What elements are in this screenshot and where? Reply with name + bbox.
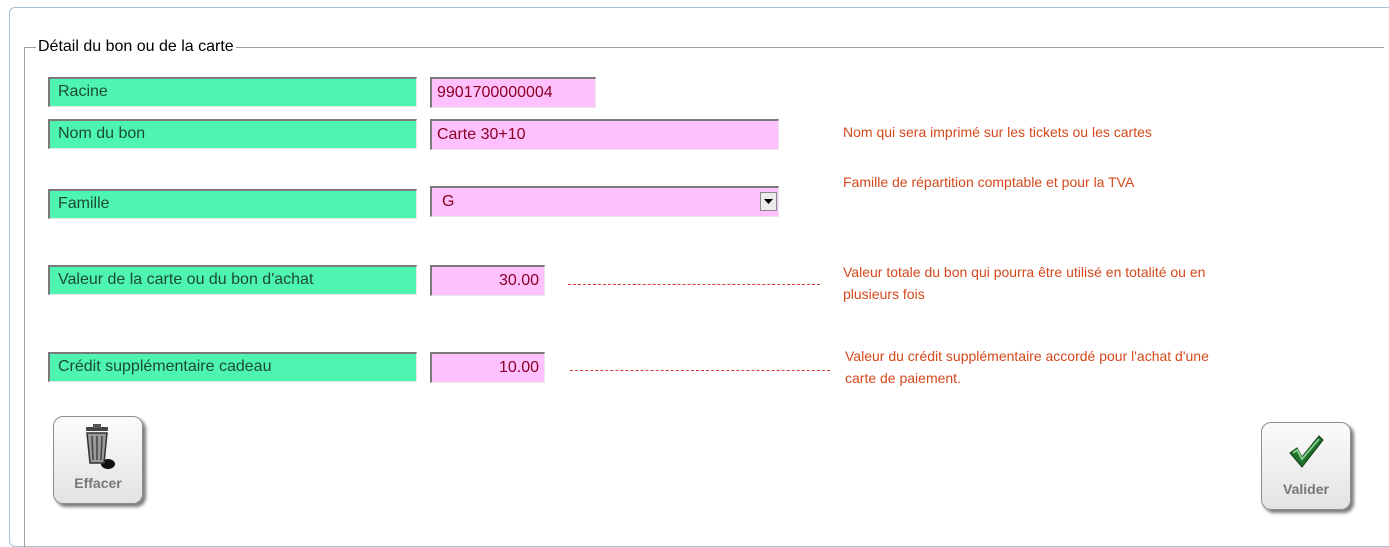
valeur-field[interactable]: 30.00 — [430, 265, 545, 296]
credit-hint-line2: carte de paiement. — [845, 370, 961, 386]
famille-select[interactable]: G — [430, 186, 779, 217]
valider-label: Valider — [1283, 481, 1329, 497]
famille-selected-value: G — [442, 193, 455, 210]
credit-dashed-line — [570, 370, 830, 371]
credit-hint-line1: Valeur du crédit supplémentaire accordé … — [845, 348, 1209, 364]
chevron-down-icon — [764, 198, 773, 204]
nom-hint: Nom qui sera imprimé sur les tickets ou … — [843, 124, 1152, 140]
credit-field[interactable]: 10.00 — [430, 352, 545, 383]
effacer-label: Effacer — [74, 475, 122, 491]
famille-label: Famille — [48, 189, 417, 219]
effacer-button[interactable]: Effacer — [53, 416, 143, 504]
checkmark-icon — [1289, 435, 1324, 468]
nom-label: Nom du bon — [48, 119, 417, 149]
valeur-hint-line1: Valeur totale du bon qui pourra être uti… — [843, 264, 1206, 280]
valeur-hint-line2: plusieurs fois — [843, 286, 925, 302]
nom-field[interactable]: Carte 30+10 — [430, 119, 779, 150]
trash-icon — [86, 424, 115, 469]
valeur-dashed-line — [568, 284, 820, 285]
racine-field[interactable]: 9901700000004 — [430, 77, 596, 108]
group-title: Détail du bon ou de la carte — [36, 37, 236, 57]
valeur-label: Valeur de la carte ou du bon d'achat — [48, 265, 417, 295]
valider-button[interactable]: Valider — [1261, 422, 1351, 510]
credit-label: Crédit supplémentaire cadeau — [48, 352, 417, 382]
famille-dropdown-button[interactable] — [760, 192, 777, 211]
famille-hint: Famille de répartition comptable et pour… — [843, 174, 1135, 190]
racine-label: Racine — [48, 77, 417, 107]
